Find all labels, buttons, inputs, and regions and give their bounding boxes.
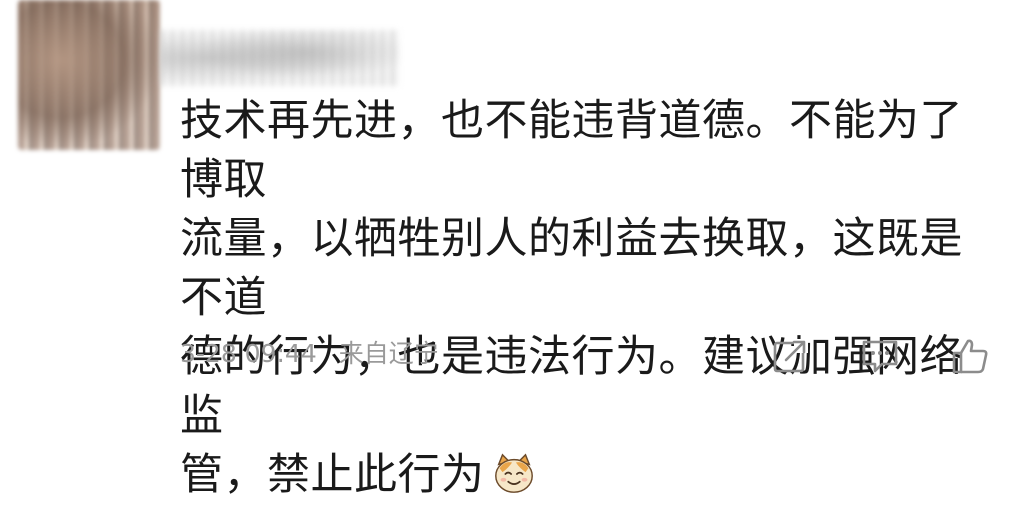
comment-body: 技术再先进，也不能违背道德。不能为了博取 流量，以牺牲别人的利益去换取，这既是不… [180,92,1000,505]
share-icon[interactable] [770,336,810,376]
avatar[interactable] [18,0,160,150]
comment-location: 来自辽宁 [338,339,439,368]
comment-datetime: 3-28 09:44 [180,339,317,368]
comment-line-text: 管，禁止此行为 [180,450,485,500]
comment-line: 流量，以牺牲别人的利益去换取，这既是不道 [180,214,963,323]
comment-icon[interactable] [860,336,900,376]
cat-face-icon [494,453,533,493]
thumbs-up-icon[interactable] [950,336,990,376]
username-blurred[interactable] [160,30,400,86]
comment-line: 技术再先进，也不能违背道德。不能为了博取 [180,96,963,205]
comment-actions [770,336,990,376]
comment-meta: 3-28 09:44 来自辽宁 [180,334,439,370]
comment-line: 管，禁止此行为 [180,446,1000,505]
